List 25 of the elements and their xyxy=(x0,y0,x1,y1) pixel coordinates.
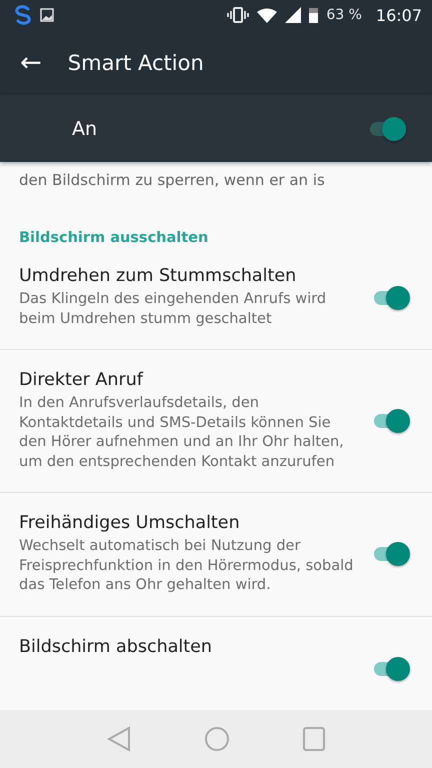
toggle-switch[interactable] xyxy=(368,116,406,140)
image-icon xyxy=(40,8,54,22)
toggle-switch[interactable] xyxy=(372,542,410,566)
setting-title: Bildschirm abschalten xyxy=(19,636,213,656)
signal-icon xyxy=(285,7,302,23)
setting-title: Umdrehen zum Stummschalten xyxy=(19,266,298,286)
battery-percentage: 63 % xyxy=(326,7,362,23)
toggle-switch[interactable] xyxy=(372,286,410,310)
setting-description: In den Anrufsverlaufsdetails, den Kontaktdetails und SMS-Details können Sie den Hörer aufnehmen und an Ihr Ohr halten, um den entsprechenden Kontakt anzurufen xyxy=(19,394,345,472)
app-logo-icon xyxy=(14,5,32,25)
setting-title: Freihändiges Umschalten xyxy=(19,513,241,533)
toggle-switch[interactable] xyxy=(372,409,410,433)
vibrate-icon xyxy=(227,7,250,23)
setting-title: Direkter Anruf xyxy=(19,370,144,390)
master-switch-label: An xyxy=(72,118,98,140)
setting-description: den Bildschirm zu sperren, wenn er an is xyxy=(18,170,326,190)
wifi-icon xyxy=(257,8,278,22)
toggle-switch[interactable] xyxy=(372,656,410,680)
setting-description: Wechselt automatisch bei Nutzung der Freisprechfunktion in den Hörermodus, sobald das Telefon ans Ohr gehalten wird. xyxy=(19,537,354,595)
back-button[interactable]: ← xyxy=(20,48,42,78)
screen-title: Smart Action xyxy=(68,50,204,74)
clock-time: 16:07 xyxy=(376,6,422,24)
setting-description: Das Klingeln des eingehenden Anrufs wird beim Umdrehen stumm geschaltet xyxy=(19,290,328,328)
section-header: Bildschirm ausschalten xyxy=(18,229,210,246)
battery-icon xyxy=(309,7,318,23)
